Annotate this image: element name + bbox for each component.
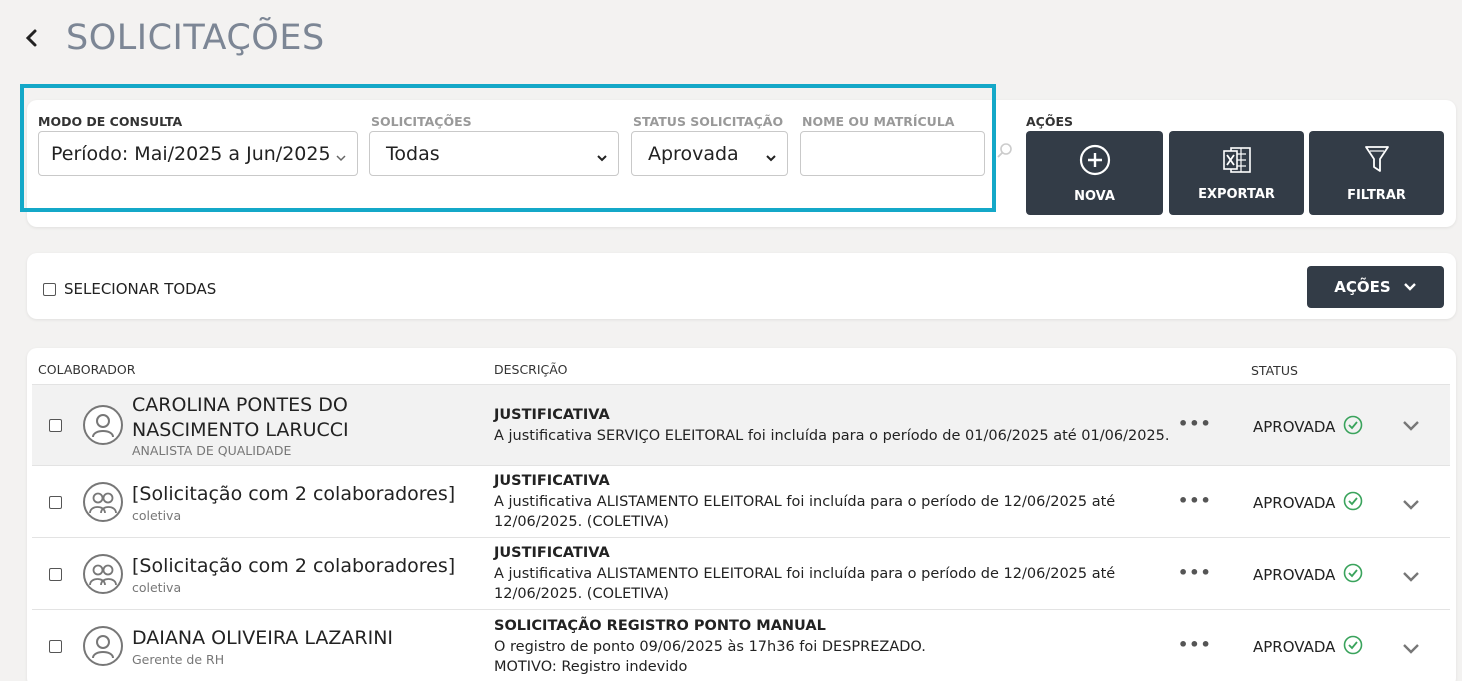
filter-highlight-frame <box>20 84 996 212</box>
collaborator-name: CAROLINA PONTES DO NASCIMENTO LARUCCI <box>132 394 349 441</box>
table-row[interactable]: DAIANA OLIVEIRA LAZARINI Gerente de RH S… <box>32 609 1450 681</box>
row-checkbox[interactable] <box>49 496 62 509</box>
description-text: A justificativa SERVIÇO ELEITORAL foi in… <box>494 428 1170 444</box>
single-user-icon <box>83 405 123 445</box>
column-header-descricao: DESCRIÇÃO <box>494 362 568 377</box>
search-icon[interactable] <box>996 142 1014 164</box>
select-all-label: SELECIONAR TODAS <box>64 280 217 298</box>
page-header: SOLICITAÇÕES <box>20 14 325 62</box>
export-button-label: EXPORTAR <box>1198 186 1275 202</box>
check-circle-icon <box>1343 491 1363 515</box>
collaborator-role: coletiva <box>132 508 182 523</box>
status-badge: APROVADA <box>1253 635 1363 659</box>
table-row[interactable]: CAROLINA PONTES DO NASCIMENTO LARUCCI AN… <box>32 384 1450 465</box>
single-user-icon <box>83 626 123 666</box>
check-circle-icon <box>1343 415 1363 439</box>
export-button[interactable]: EXPORTAR <box>1169 131 1304 215</box>
selection-bar <box>27 253 1456 319</box>
chevron-down-icon <box>1403 278 1417 296</box>
check-circle-icon <box>1343 635 1363 659</box>
chevron-down-icon[interactable] <box>1402 417 1420 436</box>
row-checkbox[interactable] <box>49 640 62 653</box>
collaborator-role: coletiva <box>132 580 182 595</box>
actions-label: AÇÕES <box>1026 114 1074 129</box>
collaborator-name: [Solicitação com 2 colaboradores] <box>132 483 456 505</box>
check-circle-icon <box>1343 563 1363 587</box>
status-badge: APROVADA <box>1253 415 1363 439</box>
page-title: SOLICITAÇÕES <box>66 18 325 58</box>
funnel-icon <box>1363 144 1391 180</box>
group-users-icon <box>83 554 123 594</box>
description-text: A justificativa ALISTAMENTO ELEITORAL fo… <box>494 494 1116 530</box>
select-all[interactable]: SELECIONAR TODAS <box>43 280 216 298</box>
more-options-icon[interactable]: ••• <box>1178 635 1212 654</box>
description-text: A justificativa ALISTAMENTO ELEITORAL fo… <box>494 566 1116 602</box>
actions-dropdown-button[interactable]: AÇÕES <box>1307 266 1444 308</box>
chevron-down-icon[interactable] <box>1402 496 1420 515</box>
chevron-down-icon[interactable] <box>1402 568 1420 587</box>
plus-circle-icon <box>1078 143 1112 181</box>
row-checkbox[interactable] <box>49 568 62 581</box>
description-title: JUSTIFICATIVA <box>494 545 610 561</box>
collaborator-role: Gerente de RH <box>132 652 225 667</box>
status-badge: APROVADA <box>1253 491 1363 515</box>
more-options-icon[interactable]: ••• <box>1178 491 1212 510</box>
more-options-icon[interactable]: ••• <box>1178 414 1212 433</box>
collaborator-name: [Solicitação com 2 colaboradores] <box>132 555 456 577</box>
description-title: SOLICITAÇÃO REGISTRO PONTO MANUAL <box>494 618 826 634</box>
description-text: O registro de ponto 09/06/2025 às 17h36 … <box>494 639 926 675</box>
table-row[interactable]: [Solicitação com 2 colaboradores] coleti… <box>32 537 1450 609</box>
column-header-colaborador: COLABORADOR <box>38 362 136 377</box>
row-checkbox[interactable] <box>49 419 62 432</box>
group-users-icon <box>83 482 123 522</box>
filter-button[interactable]: FILTRAR <box>1309 131 1444 215</box>
chevron-down-icon[interactable] <box>1402 640 1420 659</box>
actions-dropdown-label: AÇÕES <box>1334 278 1391 296</box>
filter-button-label: FILTRAR <box>1347 187 1406 203</box>
description-title: JUSTIFICATIVA <box>494 473 610 489</box>
description-title: JUSTIFICATIVA <box>494 407 610 423</box>
table-row[interactable]: [Solicitação com 2 colaboradores] coleti… <box>32 465 1450 537</box>
collaborator-role: ANALISTA DE QUALIDADE <box>132 443 292 458</box>
new-button-label: NOVA <box>1074 188 1115 204</box>
excel-icon <box>1221 145 1253 179</box>
new-button[interactable]: NOVA <box>1026 131 1163 215</box>
column-header-status: STATUS <box>1251 363 1298 378</box>
select-all-checkbox[interactable] <box>43 282 56 296</box>
status-badge: APROVADA <box>1253 563 1363 587</box>
collaborator-name: DAIANA OLIVEIRA LAZARINI <box>132 627 394 649</box>
more-options-icon[interactable]: ••• <box>1178 563 1212 582</box>
chevron-left-icon[interactable] <box>20 14 44 62</box>
